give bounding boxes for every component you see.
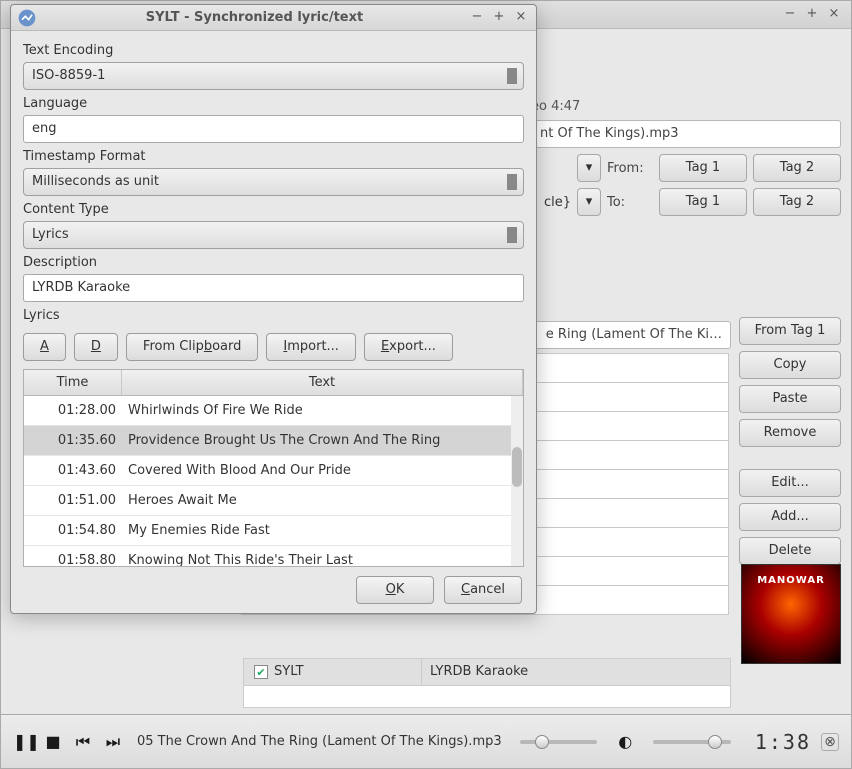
pause-icon[interactable]: ❚❚ [13,732,33,751]
cover-band-text: MANOWAR [742,575,840,586]
table-scrollbar[interactable] [511,396,523,566]
from-tag1-button[interactable]: Tag 1 [659,154,747,182]
seek-slider[interactable] [520,740,598,744]
sylt-checkbox[interactable]: ✔ [254,665,268,679]
cell-text: Providence Brought Us The Crown And The … [122,433,523,448]
timestamp-format-combo[interactable]: Milliseconds as unit▴▾ [23,168,524,196]
language-label: Language [23,96,524,111]
sylt-frame-name: SYLT [274,659,422,685]
table-row[interactable]: 01:35.60Providence Brought Us The Crown … [24,426,523,456]
to-tag2-button[interactable]: Tag 2 [753,188,841,216]
col-text[interactable]: Text [122,370,523,395]
table-row[interactable]: 01:28.00Whirlwinds Of Fire We Ride [24,396,523,426]
lyrics-add-button[interactable]: A [23,333,66,361]
text-encoding-label: Text Encoding [23,43,524,58]
edit-button[interactable]: Edit... [739,469,841,497]
cell-time: 01:58.80 [24,553,122,566]
volume-slider[interactable] [653,740,731,744]
app-icon [17,8,37,28]
language-input[interactable]: eng [23,115,524,143]
cell-time: 01:28.00 [24,403,122,418]
description-input[interactable]: LYRDB Karaoke [23,274,524,302]
content-type-combo[interactable]: Lyrics▴▾ [23,221,524,249]
main-minimize-icon[interactable]: − [781,6,799,24]
cell-text: Heroes Await Me [122,493,523,508]
dialog-title: SYLT - Synchronized lyric/text [45,10,464,25]
cell-time: 01:54.80 [24,523,122,538]
table-row[interactable]: 01:58.80Knowing Not This Ride's Their La… [24,546,523,566]
dialog-body: Text Encoding ISO-8859-1▴▾ Language eng … [11,31,536,567]
track-length-partial: eo 4:47 [531,99,580,114]
frame-list-empty [243,686,731,708]
dialog-titlebar[interactable]: SYLT - Synchronized lyric/text − + × [11,5,536,31]
ok-button[interactable]: OK [356,576,434,604]
sylt-frame-desc: LYRDB Karaoke [422,659,730,685]
description-label: Description [23,255,524,270]
dialog-minimize-icon[interactable]: − [468,9,486,27]
now-playing-label: 05 The Crown And The Ring (Lament Of The… [137,734,502,749]
right-button-column: From Tag 1 Copy Paste Remove Edit... Add… [739,317,841,565]
text-encoding-combo[interactable]: ISO-8859-1▴▾ [23,62,524,90]
lyrics-table: Time Text 01:28.00Whirlwinds Of Fire We … [23,369,524,567]
to-label: To: [607,195,653,210]
cell-text: Covered With Blood And Our Pride [122,463,523,478]
from-label: From: [607,161,653,176]
lyrics-label: Lyrics [23,308,524,323]
album-cover[interactable]: MANOWAR [741,564,841,664]
main-close-icon[interactable]: × [825,6,843,24]
player-bar: ❚❚ ■ ⏮ ⏭ 05 The Crown And The Ring (Lame… [1,714,851,768]
table-row[interactable]: 01:54.80My Enemies Ride Fast [24,516,523,546]
cell-text: Whirlwinds Of Fire We Ride [122,403,523,418]
delete-button[interactable]: Delete [739,537,841,565]
remove-button[interactable]: Remove [739,419,841,447]
cell-time: 01:43.60 [24,463,122,478]
frame-row-sylt[interactable]: ✔ SYLT LYRDB Karaoke [243,658,731,686]
cell-text: Knowing Not This Ride's Their Last [122,553,523,566]
to-tag1-button[interactable]: Tag 1 [659,188,747,216]
table-row[interactable]: 01:43.60Covered With Blood And Our Pride [24,456,523,486]
dialog-maximize-icon[interactable]: + [490,9,508,27]
player-close-icon[interactable]: ⊗ [821,733,839,751]
timestamp-format-label: Timestamp Format [23,149,524,164]
format-dropdown-arrow[interactable]: ▾ [577,154,601,182]
copy-button[interactable]: Copy [739,351,841,379]
cancel-button[interactable]: Cancel [444,576,522,604]
table-header: Time Text [24,370,523,396]
volume-icon[interactable]: ◐ [615,732,635,751]
next-track-icon[interactable]: ⏭ [103,732,123,752]
dialog-footer: OK Cancel [11,567,536,613]
lyrics-toolbar: A D From Clipboard Import... Export... [23,333,524,361]
format2-dropdown-arrow[interactable]: ▾ [577,188,601,216]
cell-time: 01:35.60 [24,433,122,448]
stop-icon[interactable]: ■ [43,732,63,751]
combo-arrows-icon: ▴▾ [508,226,517,235]
col-time[interactable]: Time [24,370,122,395]
format-partial: cle} [541,195,571,210]
from-clipboard-button[interactable]: From Clipboard [126,333,258,361]
sylt-dialog: SYLT - Synchronized lyric/text − + × Tex… [10,4,537,614]
play-time: 1:38 [755,730,811,754]
table-body[interactable]: 01:28.00Whirlwinds Of Fire We Ride01:35.… [24,396,523,566]
from-tag2-button[interactable]: Tag 2 [753,154,841,182]
add-button[interactable]: Add... [739,503,841,531]
combo-arrows-icon: ▴▾ [508,173,517,182]
filename-input[interactable]: nt Of The Kings).mp3 [531,120,841,148]
import-button[interactable]: Import... [266,333,356,361]
combo-arrows-icon: ▴▾ [508,67,517,76]
table-row[interactable]: 01:51.00Heroes Await Me [24,486,523,516]
paste-button[interactable]: Paste [739,385,841,413]
export-button[interactable]: Export... [364,333,453,361]
content-type-label: Content Type [23,202,524,217]
lyrics-delete-button[interactable]: D [74,333,118,361]
prev-track-icon[interactable]: ⏮ [73,732,93,752]
from-tag1-side-button[interactable]: From Tag 1 [739,317,841,345]
cell-text: My Enemies Ride Fast [122,523,523,538]
cell-time: 01:51.00 [24,493,122,508]
dialog-close-icon[interactable]: × [512,9,530,27]
main-maximize-icon[interactable]: + [803,6,821,24]
